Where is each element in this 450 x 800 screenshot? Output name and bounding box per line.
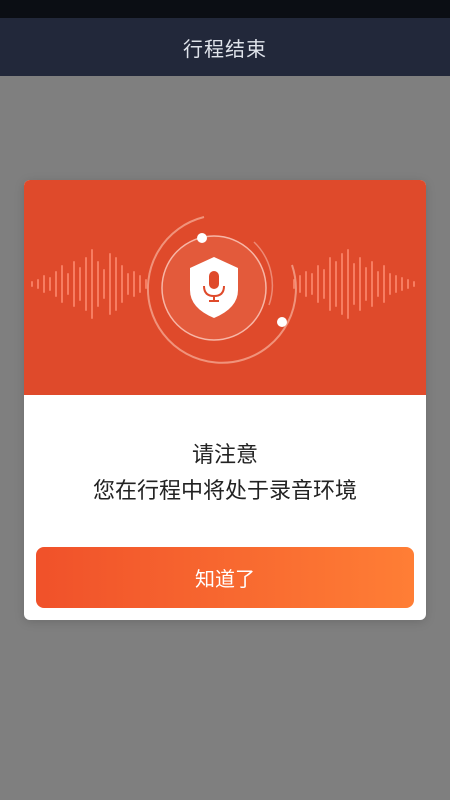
nav-bar: 行程结束	[0, 18, 450, 76]
screen: 行程结束 请注意 您在行程中将处于录音环境 知道了	[0, 0, 450, 800]
voice-wave-illustration	[31, 216, 415, 364]
arc-dot-top	[197, 233, 207, 243]
recording-notice-dialog: 请注意 您在行程中将处于录音环境 知道了	[24, 180, 426, 620]
confirm-button[interactable]: 知道了	[36, 547, 414, 608]
notice-body: 您在行程中将处于录音环境	[92, 479, 357, 504]
page-title: 行程结束	[183, 36, 267, 61]
status-bar	[0, 0, 450, 18]
notice-message: 请注意 您在行程中将处于录音环境	[24, 438, 426, 510]
notice-title: 请注意	[191, 443, 258, 468]
dialog-hero	[24, 180, 426, 395]
arc-dot-bottom	[277, 317, 287, 327]
